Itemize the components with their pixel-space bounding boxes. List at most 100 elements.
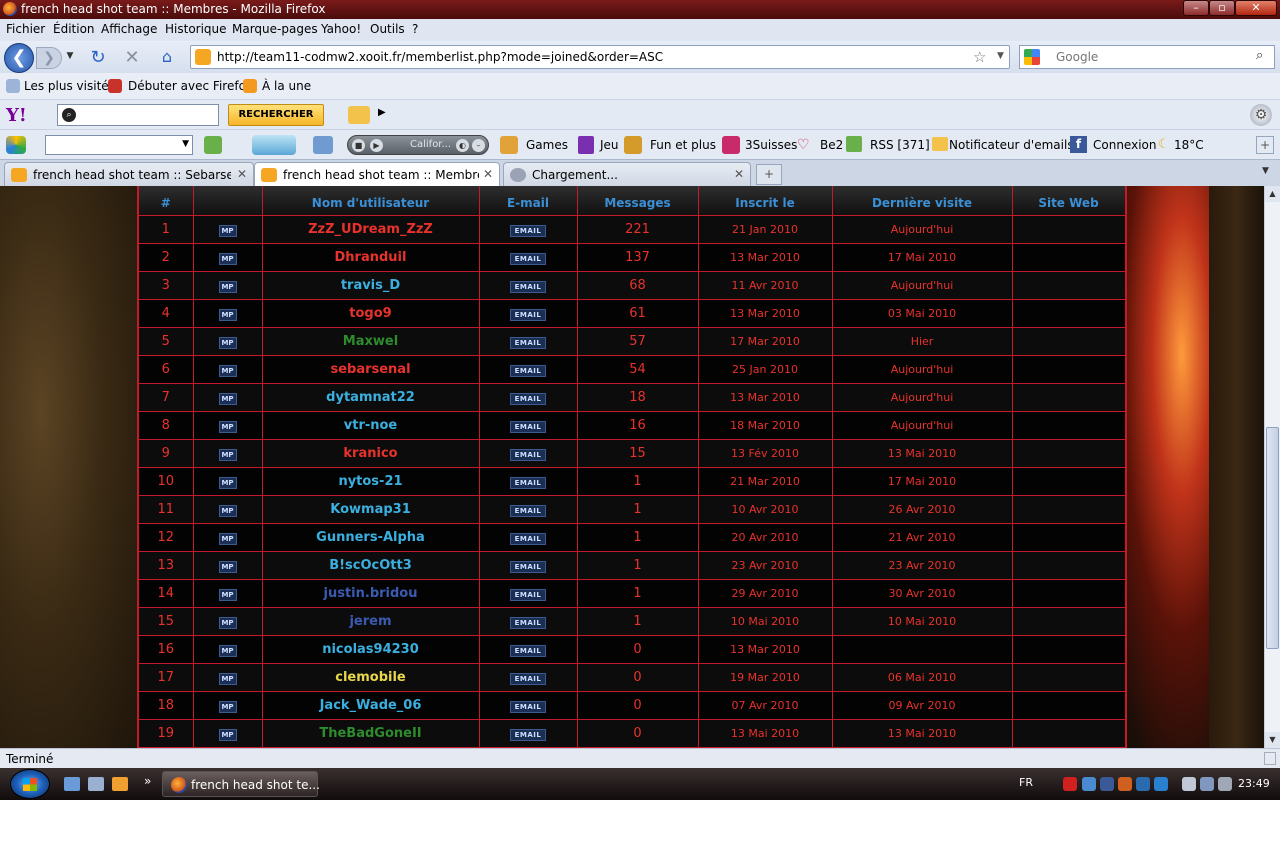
- email-icon[interactable]: EMAIL: [510, 252, 546, 265]
- pm-button[interactable]: MP: [193, 383, 263, 412]
- device-icon[interactable]: [1182, 777, 1196, 791]
- email-icon[interactable]: EMAIL: [510, 588, 546, 601]
- pm-icon[interactable]: MP: [218, 336, 237, 349]
- col-messages[interactable]: Messages: [577, 186, 699, 216]
- scroll-up-icon[interactable]: ▲: [1265, 186, 1280, 202]
- email-icon[interactable]: EMAIL: [510, 560, 546, 573]
- email-icon[interactable]: EMAIL: [510, 476, 546, 489]
- gear-icon[interactable]: ⚙: [1250, 104, 1272, 126]
- email-icon[interactable]: EMAIL: [510, 336, 546, 349]
- volume-tray-icon[interactable]: [1218, 777, 1232, 791]
- toolbar-weather[interactable]: 18°C: [1174, 138, 1204, 152]
- addon-logo-icon[interactable]: [6, 136, 26, 154]
- pm-icon[interactable]: MP: [218, 588, 237, 601]
- member-username[interactable]: togo9: [262, 299, 480, 328]
- email-button[interactable]: EMAIL: [479, 663, 578, 692]
- col-number[interactable]: #: [139, 186, 194, 216]
- toolbar-jeu[interactable]: Jeu: [600, 138, 619, 152]
- resize-grip-icon[interactable]: [1264, 752, 1276, 765]
- language-indicator[interactable]: FR: [1019, 776, 1033, 789]
- email-button[interactable]: EMAIL: [479, 719, 578, 748]
- show-desktop-icon[interactable]: [64, 777, 80, 791]
- pm-button[interactable]: MP: [193, 327, 263, 356]
- close-tab-icon[interactable]: ✕: [483, 167, 493, 181]
- pm-button[interactable]: MP: [193, 243, 263, 272]
- email-button[interactable]: EMAIL: [479, 411, 578, 440]
- member-username[interactable]: Dhranduil: [262, 243, 480, 272]
- toolbar-add-icon[interactable]: +: [1256, 136, 1274, 154]
- member-username[interactable]: Gunners-Alpha: [262, 523, 480, 552]
- pm-icon[interactable]: MP: [218, 560, 237, 573]
- yahoo-search-button[interactable]: RECHERCHER: [228, 104, 324, 126]
- toolbar-games[interactable]: Games: [526, 138, 568, 152]
- pm-button[interactable]: MP: [193, 299, 263, 328]
- pm-button[interactable]: MP: [193, 607, 263, 636]
- member-username[interactable]: TheBadGoneII: [262, 719, 480, 748]
- member-username[interactable]: Kowmap31: [262, 495, 480, 524]
- menu-fichier[interactable]: Fichier: [6, 22, 45, 36]
- member-username[interactable]: dytamnat22: [262, 383, 480, 412]
- email-icon[interactable]: EMAIL: [510, 364, 546, 377]
- menu-yahoo[interactable]: Yahoo!: [321, 22, 361, 36]
- member-username[interactable]: ZzZ_UDream_ZzZ: [262, 215, 480, 244]
- col-email[interactable]: E-mail: [479, 186, 578, 216]
- member-username[interactable]: jerem: [262, 607, 480, 636]
- pm-icon[interactable]: MP: [218, 616, 237, 629]
- google-engine-icon[interactable]: [1024, 49, 1040, 65]
- email-icon[interactable]: EMAIL: [510, 504, 546, 517]
- pm-button[interactable]: MP: [193, 635, 263, 664]
- menu-edition[interactable]: Édition: [53, 22, 95, 36]
- toolbar-mail-notifier[interactable]: Notificateur d'emails: [949, 138, 1074, 152]
- member-username[interactable]: nicolas94230: [262, 635, 480, 664]
- pm-button[interactable]: MP: [193, 579, 263, 608]
- network-icon[interactable]: [1200, 777, 1214, 791]
- col-joined[interactable]: Inscrit le: [698, 186, 833, 216]
- toolbar-be2[interactable]: Be2: [820, 138, 843, 152]
- play-icon[interactable]: ▶: [370, 139, 383, 152]
- email-button[interactable]: EMAIL: [479, 327, 578, 356]
- network-users-icon[interactable]: [1082, 777, 1096, 791]
- email-icon[interactable]: EMAIL: [510, 532, 546, 545]
- clock[interactable]: 23:49: [1238, 777, 1270, 790]
- email-icon[interactable]: EMAIL: [510, 224, 546, 237]
- close-tab-icon[interactable]: ✕: [237, 167, 247, 181]
- pm-icon[interactable]: MP: [218, 392, 237, 405]
- quicklaunch-more-icon[interactable]: »: [144, 774, 151, 788]
- email-icon[interactable]: EMAIL: [510, 616, 546, 629]
- member-username[interactable]: justin.bridou: [262, 579, 480, 608]
- maximize-button[interactable]: ▫: [1209, 0, 1235, 16]
- home-button[interactable]: ⌂: [156, 48, 178, 68]
- pm-button[interactable]: MP: [193, 691, 263, 720]
- pm-icon[interactable]: MP: [218, 420, 237, 433]
- email-button[interactable]: EMAIL: [479, 523, 578, 552]
- menu-outils[interactable]: Outils: [370, 22, 405, 36]
- email-icon[interactable]: EMAIL: [510, 448, 546, 461]
- email-button[interactable]: EMAIL: [479, 579, 578, 608]
- email-button[interactable]: EMAIL: [479, 439, 578, 468]
- tab-list-icon[interactable]: ▼: [1262, 166, 1269, 176]
- facebook-tray-icon[interactable]: [1100, 777, 1114, 791]
- bookmark-most-visited[interactable]: Les plus visités: [24, 79, 115, 93]
- email-icon[interactable]: EMAIL: [510, 308, 546, 321]
- toolbar-3suisses[interactable]: 3Suisses: [745, 138, 797, 152]
- email-icon[interactable]: EMAIL: [510, 644, 546, 657]
- start-button[interactable]: [10, 769, 50, 799]
- new-tab-button[interactable]: +: [756, 164, 782, 185]
- email-button[interactable]: EMAIL: [479, 243, 578, 272]
- yahoo-mail-icon[interactable]: [348, 106, 370, 124]
- member-username[interactable]: B!scOcOtt3: [262, 551, 480, 580]
- email-icon[interactable]: EMAIL: [510, 280, 546, 293]
- member-username[interactable]: kranico: [262, 439, 480, 468]
- scrollbar-thumb[interactable]: [1266, 427, 1279, 649]
- email-icon[interactable]: EMAIL: [510, 392, 546, 405]
- pm-button[interactable]: MP: [193, 551, 263, 580]
- pm-button[interactable]: MP: [193, 355, 263, 384]
- back-button[interactable]: ❮: [4, 43, 34, 73]
- yahoo-logo-icon[interactable]: Y!: [6, 105, 27, 126]
- bookmark-getting-started[interactable]: Débuter avec Firefox: [128, 79, 253, 93]
- menu-marque-pages[interactable]: Marque-pages: [232, 22, 318, 36]
- pm-button[interactable]: MP: [193, 411, 263, 440]
- close-window-button[interactable]: ✕: [1235, 0, 1277, 16]
- site-identity-icon[interactable]: [195, 49, 211, 65]
- yahoo-search-input[interactable]: ⌕: [57, 104, 219, 126]
